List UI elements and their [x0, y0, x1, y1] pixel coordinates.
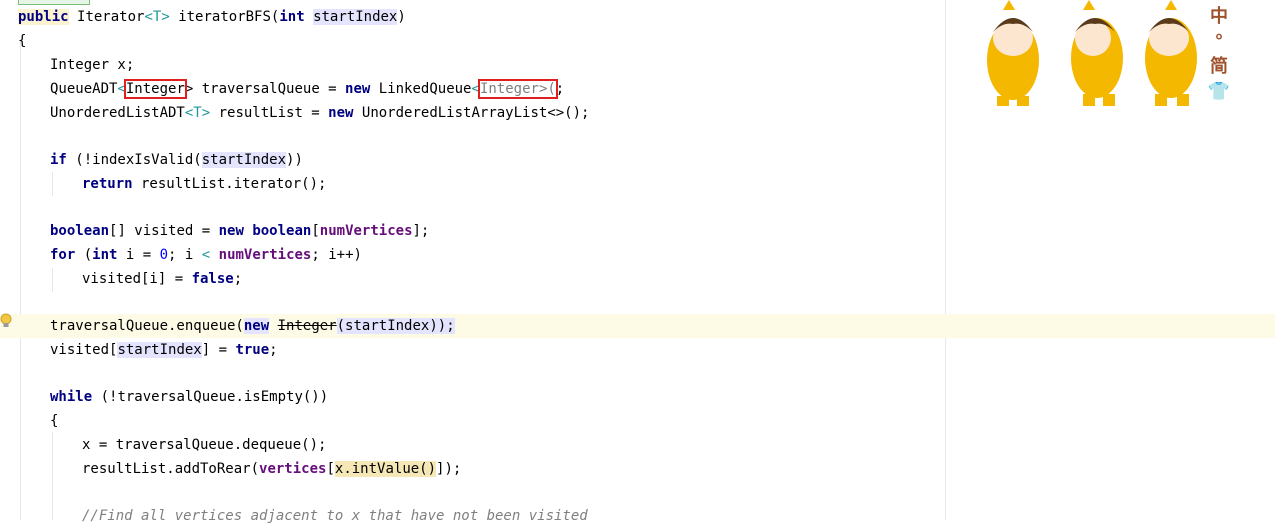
code-line[interactable]: return resultList.iterator(); [82, 172, 326, 196]
code-line[interactable]: Integer x; [50, 53, 134, 77]
code-text: ; i [168, 247, 202, 263]
highlighted-type-integer: Integer [123, 79, 187, 99]
code-text: visited[ [50, 342, 118, 358]
keyword-while: while [50, 389, 93, 405]
keyword-int: int [279, 9, 305, 25]
code-text: visited[i] = [82, 271, 192, 287]
lightbulb-icon[interactable] [0, 313, 12, 329]
keyword-new: new [243, 318, 270, 334]
keyword-public: public [18, 9, 69, 25]
code-line[interactable]: QueueADT<Integer> traversalQueue = new L… [50, 77, 564, 101]
code-text: i = [117, 247, 160, 263]
mascot-sticker [1145, 0, 1197, 106]
code-text: traversalQueue.enqueue( [50, 318, 244, 334]
generic-bracket: < [117, 81, 126, 97]
code-line[interactable]: { [50, 409, 58, 433]
field-numVertices: numVertices [319, 223, 413, 239]
code-line[interactable]: visited[i] = false; [82, 267, 242, 291]
type-name: QueueADT [50, 81, 118, 97]
type-name: LinkedQueue [370, 81, 472, 97]
code-line[interactable]: boolean[] visited = new boolean[numVerti… [50, 219, 429, 243]
code-text: ; i++) [311, 247, 362, 263]
code-text: resultList.addToRear( [82, 461, 260, 477]
semicolon: ; [269, 342, 278, 358]
indent-guide [20, 40, 21, 520]
paren: )) [286, 152, 303, 168]
parameter: startIndex [201, 152, 287, 168]
chinese-mode-button[interactable]: 中 [1207, 6, 1231, 28]
usage-highlight: x.intValue() [334, 461, 437, 477]
mascot-sticker [987, 0, 1039, 106]
parameter: startIndex [313, 9, 398, 25]
punctuation-button[interactable]: ° [1207, 31, 1231, 53]
code-text: ]); [436, 461, 462, 477]
type-name: Iterator [77, 9, 145, 25]
code-line[interactable]: for (int i = 0; i < numVertices; i++) [50, 243, 362, 267]
operator: < [201, 247, 211, 263]
highlighted-type-integer-redundant: Integer>( [477, 79, 558, 99]
code-line[interactable]: x = traversalQueue.dequeue(); [82, 433, 326, 457]
method-signature: iteratorBFS( [169, 9, 280, 25]
generic-bracket: < [144, 9, 153, 25]
skin-icon[interactable]: 👕 [1207, 81, 1231, 103]
type-name: UnorderedListADT [50, 105, 185, 121]
bracket: [ [311, 223, 320, 239]
indent-guide [52, 172, 53, 196]
parameter: startIndex [117, 342, 202, 358]
type-param: <T> [184, 105, 211, 121]
code-line[interactable]: public Iterator<T> iteratorBFS(int start… [18, 5, 406, 29]
number-literal: 0 [159, 247, 169, 263]
generic-bracket: > [161, 9, 170, 25]
bracket: [ [326, 461, 335, 477]
paren: ( [75, 247, 93, 263]
code-text: [] visited = [109, 223, 219, 239]
code-line[interactable]: resultList.addToRear(vertices[x.intValue… [82, 457, 461, 481]
code-text: ] = [201, 342, 236, 358]
bracket: ]; [412, 223, 430, 239]
semicolon: ; [555, 81, 565, 97]
code-text: resultList.iterator(); [132, 176, 327, 192]
keyword-if: if [50, 152, 67, 168]
semicolon: ; [233, 271, 243, 287]
code-text: (!indexIsValid( [66, 152, 202, 168]
mascot-stickers [987, 0, 1197, 106]
keyword-int: int [92, 247, 118, 263]
field-vertices: vertices [259, 461, 327, 477]
code-line[interactable]: visited[startIndex] = true; [50, 338, 278, 362]
generic-bracket: < [471, 81, 480, 97]
keyword-boolean: boolean [50, 223, 110, 239]
comment-line[interactable]: //Find all vertices adjacent to x that h… [82, 504, 588, 528]
keyword-for: for [50, 247, 76, 263]
code-text: UnorderedListArrayList<>(); [353, 105, 590, 121]
right-margin-guide [945, 0, 946, 520]
mascot-sticker [1071, 0, 1123, 106]
code-line[interactable]: traversalQueue.enqueue(new Integer(start… [50, 314, 455, 338]
keyword-true: true [235, 342, 270, 358]
code-editor[interactable]: public Iterator<T> iteratorBFS(int start… [0, 0, 1275, 524]
simplified-button[interactable]: 简 [1207, 56, 1231, 78]
keyword-new: new [328, 105, 354, 121]
keyword-boolean: boolean [252, 223, 312, 239]
keyword-return: return [82, 176, 133, 192]
code-line[interactable]: while (!traversalQueue.isEmpty()) [50, 385, 328, 409]
code-line[interactable]: if (!indexIsValid(startIndex)) [50, 148, 303, 172]
code-line[interactable]: UnorderedListADT<T> resultList = new Uno… [50, 101, 589, 125]
code-text: > traversalQueue = [184, 81, 346, 97]
code-text: (startIndex)); [336, 318, 455, 334]
indent-guide [52, 268, 53, 292]
field-numVertices: numVertices [218, 247, 312, 263]
keyword-false: false [191, 271, 234, 287]
code-line[interactable]: { [18, 29, 26, 53]
paren: ) [397, 9, 406, 25]
code-text: resultList = [210, 105, 329, 121]
deprecated-constructor: Integer [277, 318, 337, 334]
indent-guide [52, 432, 53, 520]
keyword-new: new [218, 223, 244, 239]
code-text: (!traversalQueue.isEmpty()) [92, 389, 329, 405]
keyword-new: new [345, 81, 371, 97]
